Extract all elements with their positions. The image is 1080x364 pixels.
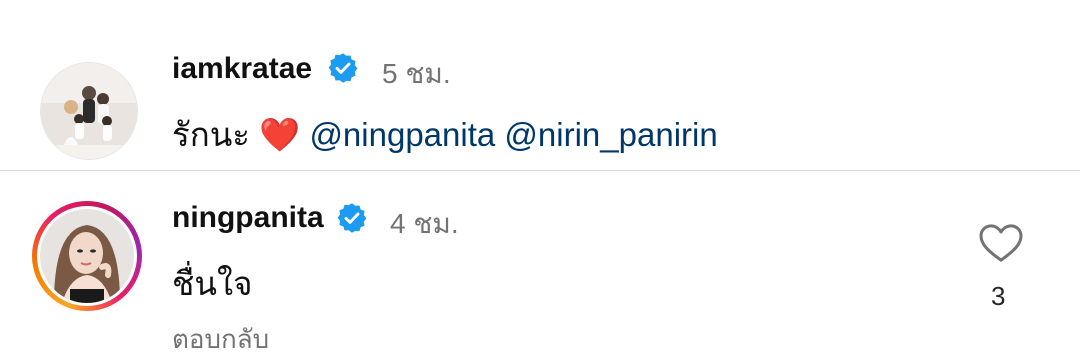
comment-item: ningpanita 4 ชม. ชื่นใจ ตอบกลับ 3 (0, 171, 1080, 364)
mention-link[interactable]: @ningpanita (309, 116, 495, 153)
comment-timestamp: 5 ชม. (382, 58, 451, 89)
comment-text: รักนะ ❤️ @ningpanita @nirin_panirin (172, 108, 718, 161)
user-avatar[interactable] (40, 62, 138, 160)
comment-username[interactable]: iamkratae (172, 52, 312, 86)
comment-timestamp: 4 ชม. (390, 208, 459, 239)
portrait-icon (40, 209, 134, 303)
comment-item: iamkratae 5 ชม. รักนะ ❤️ @ningpanita @ni… (0, 0, 1080, 170)
comment-text: ชื่นใจ (172, 265, 253, 302)
mention-link[interactable]: @nirin_panirin (504, 116, 717, 153)
comment-username[interactable]: ningpanita (172, 201, 324, 235)
comment-body: รักนะ (172, 116, 250, 153)
user-avatar[interactable] (40, 209, 134, 303)
family-photo-icon (41, 63, 137, 159)
reply-button[interactable]: ตอบกลับ (172, 319, 269, 360)
heart-icon[interactable] (978, 223, 1024, 268)
verified-badge-icon (327, 52, 359, 89)
like-count: 3 (991, 281, 1006, 311)
heart-emoji-icon: ❤️ (259, 116, 301, 153)
verified-badge-icon (336, 202, 368, 239)
